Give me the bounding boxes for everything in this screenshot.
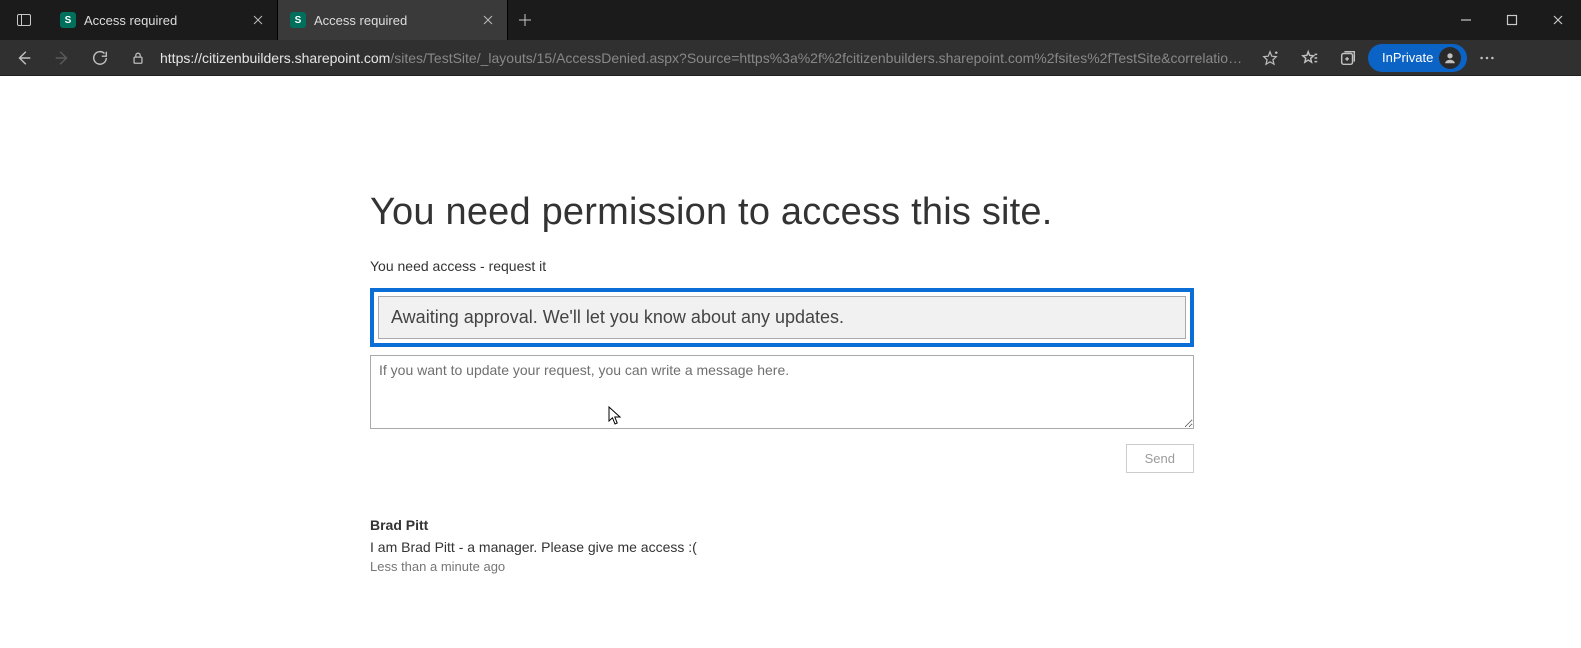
star-lines-icon [1301, 49, 1319, 67]
profile-avatar [1439, 47, 1461, 69]
browser-toolbar: https://citizenbuilders.sharepoint.com/s… [0, 40, 1581, 76]
window-maximize-button[interactable] [1489, 0, 1535, 40]
arrow-right-icon [53, 49, 71, 67]
tab-inactive[interactable]: S Access required [48, 0, 278, 40]
sharepoint-favicon: S [60, 12, 76, 28]
page-content: You need permission to access this site.… [0, 76, 1581, 648]
tab-title: Access required [314, 13, 471, 28]
status-highlight: Awaiting approval. We'll let you know ab… [370, 288, 1194, 347]
lock-icon [131, 51, 145, 65]
window-controls [1443, 0, 1581, 40]
window-minimize-button[interactable] [1443, 0, 1489, 40]
request-timestamp: Less than a minute ago [370, 559, 1194, 574]
maximize-icon [1506, 14, 1518, 26]
refresh-icon [91, 49, 109, 67]
site-info-button[interactable] [124, 44, 152, 72]
page-subheading: You need access - request it [370, 258, 1194, 274]
plus-icon [518, 13, 532, 27]
person-icon [1443, 51, 1457, 65]
actions-row: Send [370, 444, 1194, 473]
close-icon [482, 14, 494, 26]
sharepoint-favicon: S [290, 12, 306, 28]
inprivate-label: InPrivate [1382, 50, 1433, 65]
request-user-name: Brad Pitt [370, 517, 1194, 533]
browser-titlebar: S Access required S Access required [0, 0, 1581, 40]
status-text: Awaiting approval. We'll let you know ab… [378, 296, 1186, 339]
address-bar[interactable]: https://citizenbuilders.sharepoint.com/s… [120, 43, 1290, 73]
access-denied-panel: You need permission to access this site.… [370, 191, 1194, 574]
new-tab-button[interactable] [508, 0, 542, 40]
window-close-button[interactable] [1535, 0, 1581, 40]
favorites-button[interactable] [1292, 43, 1328, 73]
nav-forward-button[interactable] [44, 43, 80, 73]
settings-more-button[interactable] [1469, 43, 1505, 73]
minimize-icon [1460, 14, 1472, 26]
page-heading: You need permission to access this site. [370, 191, 1194, 234]
send-button[interactable]: Send [1126, 444, 1194, 473]
request-message-textarea[interactable] [370, 355, 1194, 429]
url-path: /sites/TestSite/_layouts/15/AccessDenied… [390, 50, 1248, 66]
tab-close-button[interactable] [479, 11, 497, 29]
request-user-message: I am Brad Pitt - a manager. Please give … [370, 539, 1194, 555]
close-icon [252, 14, 264, 26]
collections-icon [1339, 49, 1357, 67]
nav-refresh-button[interactable] [82, 43, 118, 73]
tab-active[interactable]: S Access required [278, 0, 508, 40]
arrow-left-icon [15, 49, 33, 67]
favorite-star-button[interactable] [1256, 44, 1284, 72]
tab-title: Access required [84, 13, 241, 28]
url-text: https://citizenbuilders.sharepoint.com/s… [160, 50, 1248, 66]
star-plus-icon [1262, 50, 1278, 66]
nav-back-button[interactable] [6, 43, 42, 73]
collections-button[interactable] [1330, 43, 1366, 73]
tab-actions-icon [16, 12, 32, 28]
ellipsis-icon [1478, 49, 1496, 67]
toolbar-right-cluster: InPrivate [1292, 43, 1509, 73]
inprivate-indicator[interactable]: InPrivate [1368, 44, 1467, 72]
tab-actions-button[interactable] [0, 0, 48, 40]
tab-close-button[interactable] [249, 11, 267, 29]
close-icon [1552, 14, 1564, 26]
url-host: https://citizenbuilders.sharepoint.com [160, 50, 390, 66]
